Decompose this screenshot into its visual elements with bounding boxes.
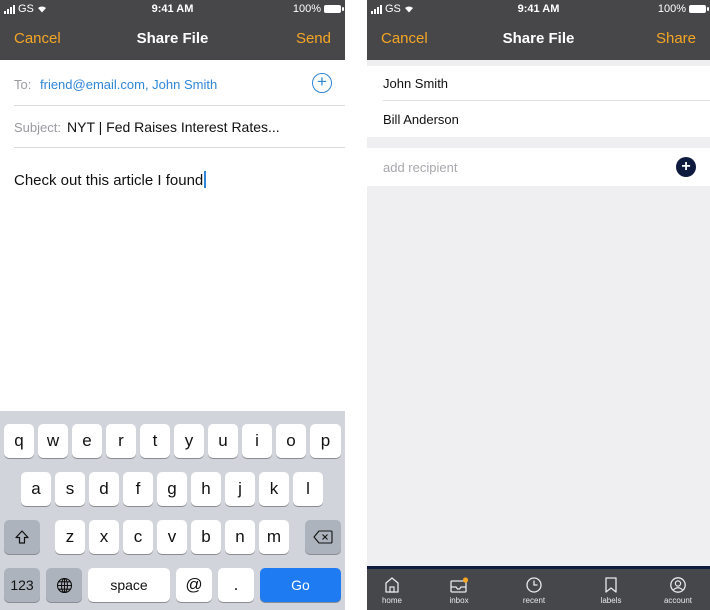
key-r[interactable]: r — [106, 424, 136, 458]
key-j[interactable]: j — [225, 472, 255, 506]
key-k[interactable]: k — [259, 472, 289, 506]
battery-icon — [324, 5, 344, 13]
subject-value[interactable]: NYT | Fed Raises Interest Rates... — [67, 119, 280, 135]
battery-icon — [689, 5, 709, 13]
globe-key[interactable] — [46, 568, 82, 602]
key-x[interactable]: x — [89, 520, 119, 554]
globe-icon — [56, 577, 72, 593]
key-u[interactable]: u — [208, 424, 238, 458]
account-icon — [670, 577, 686, 593]
bookmark-icon — [605, 577, 617, 593]
key-v[interactable]: v — [157, 520, 187, 554]
at-key[interactable]: @ — [176, 568, 212, 602]
keyboard: q w e r t y u i o p a s d f g h j k l z … — [0, 411, 345, 610]
key-z[interactable]: z — [55, 520, 85, 554]
key-c[interactable]: c — [123, 520, 153, 554]
tab-label: account — [663, 596, 693, 605]
status-bar: GS 9:41 AM 100% — [0, 0, 345, 20]
key-s[interactable]: s — [55, 472, 85, 506]
add-recipient-field[interactable]: add recipient + — [367, 148, 710, 186]
battery-percent: 100% — [292, 3, 321, 15]
key-f[interactable]: f — [123, 472, 153, 506]
numbers-key[interactable]: 123 — [4, 568, 40, 602]
tab-labels[interactable]: labels — [586, 576, 636, 605]
tab-account[interactable]: account — [653, 576, 703, 605]
go-key[interactable]: Go — [260, 568, 341, 602]
key-g[interactable]: g — [157, 472, 187, 506]
navigation-bar: GS 9:41 AM 100% Cancel Share File Share — [367, 0, 710, 60]
subject-field[interactable]: Subject: NYT | Fed Raises Interest Rates… — [14, 106, 345, 148]
tab-label: labels — [600, 596, 622, 605]
to-label: To: — [14, 77, 32, 92]
backspace-icon — [313, 530, 333, 544]
key-m[interactable]: m — [259, 520, 289, 554]
tab-label: recent — [522, 596, 546, 605]
key-e[interactable]: e — [72, 424, 102, 458]
share-screen: GS 9:41 AM 100% Cancel Share File Share … — [367, 0, 710, 610]
add-recipient-button[interactable]: + — [676, 157, 696, 177]
text-cursor — [204, 171, 207, 188]
send-button[interactable]: Send — [296, 30, 331, 47]
recipient-item[interactable]: John Smith — [383, 66, 710, 101]
shift-icon — [15, 530, 29, 544]
recipient-item[interactable]: Bill Anderson — [383, 102, 710, 137]
key-w[interactable]: w — [38, 424, 68, 458]
tab-label: home — [381, 596, 402, 605]
key-i[interactable]: i — [242, 424, 272, 458]
period-key[interactable]: . — [218, 568, 254, 602]
message-body[interactable]: Check out this article I found — [14, 171, 207, 189]
key-b[interactable]: b — [191, 520, 221, 554]
space-key[interactable]: space — [88, 568, 170, 602]
tab-label: inbox — [449, 596, 469, 605]
clock-icon — [526, 577, 542, 593]
key-y[interactable]: y — [174, 424, 204, 458]
recipient-list: John Smith Bill Anderson — [367, 66, 710, 137]
to-field[interactable]: To: friend@email.com, John Smith + — [14, 60, 345, 106]
tab-recent[interactable]: recent — [509, 576, 559, 605]
key-d[interactable]: d — [89, 472, 119, 506]
shift-key[interactable] — [4, 520, 40, 554]
key-n[interactable]: n — [225, 520, 255, 554]
key-q[interactable]: q — [4, 424, 34, 458]
status-bar: GS 9:41 AM 100% — [367, 0, 710, 20]
add-recipient-placeholder: add recipient — [383, 160, 458, 175]
compose-screen: GS 9:41 AM 100% Cancel Share File Send T… — [0, 0, 345, 610]
tab-bar: home inbox recent labels account — [367, 566, 710, 610]
key-t[interactable]: t — [140, 424, 170, 458]
key-p[interactable]: p — [310, 424, 341, 458]
tab-home[interactable]: home — [367, 576, 417, 605]
message-text: Check out this article I found — [14, 172, 204, 189]
add-contact-button[interactable]: + — [312, 73, 332, 93]
key-o[interactable]: o — [276, 424, 306, 458]
key-h[interactable]: h — [191, 472, 221, 506]
key-a[interactable]: a — [21, 472, 51, 506]
delete-key[interactable] — [305, 520, 341, 554]
key-l[interactable]: l — [293, 472, 323, 506]
inbox-icon — [450, 577, 469, 593]
share-button[interactable]: Share — [656, 30, 696, 47]
navigation-bar: GS 9:41 AM 100% Cancel Share File Send — [0, 0, 345, 60]
subject-label: Subject: — [14, 120, 61, 135]
page-title: Share File — [136, 30, 209, 47]
home-icon — [385, 577, 399, 593]
tab-inbox[interactable]: inbox — [434, 576, 484, 605]
to-recipients[interactable]: friend@email.com, John Smith — [40, 77, 217, 92]
battery-percent: 100% — [657, 3, 686, 15]
